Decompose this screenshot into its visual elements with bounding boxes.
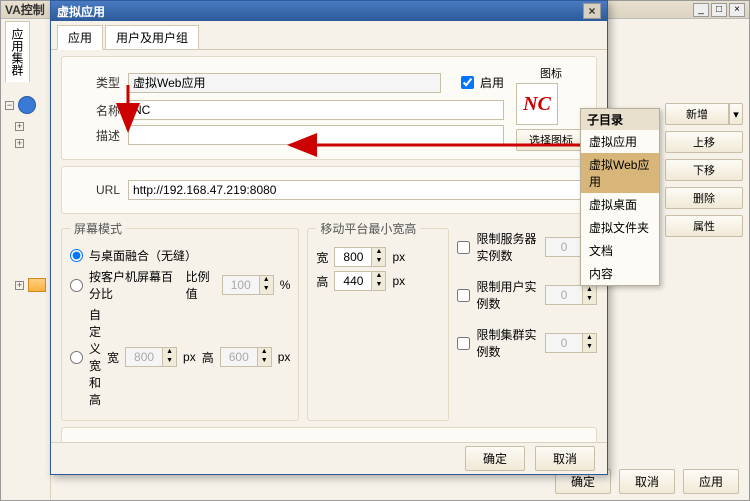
dialog-close-button[interactable]: × <box>583 3 601 19</box>
right-button-panel: 新增 ▾ 上移 下移 删除 属性 <box>659 19 749 500</box>
enable-checkbox[interactable] <box>461 76 474 89</box>
nc-logo-icon: NC <box>523 93 551 116</box>
seamless-radio[interactable] <box>70 249 83 262</box>
mobile-group: 移动平台最小宽高 宽 ▲▼ px 高 ▲▼ px <box>307 220 449 421</box>
tree-chart-icon <box>28 278 46 292</box>
icon-label: 图标 <box>516 65 586 81</box>
limit-cluster-input <box>546 334 582 352</box>
limit-cluster-label: 限制集群实例数 <box>476 326 539 360</box>
limit-server-input <box>546 238 582 256</box>
basic-panel: 类型 启用 名称 描述 图标 NC 选择图标 <box>61 56 597 160</box>
dialog-titlebar: 虚拟应用 × <box>51 1 607 21</box>
tab-users[interactable]: 用户及用户组 <box>105 25 199 49</box>
limit-user-input <box>546 286 582 304</box>
name-label: 名称 <box>72 102 120 119</box>
url-label: URL <box>72 183 120 197</box>
tree-expand-icon[interactable]: − <box>5 101 14 110</box>
limit-server-checkbox[interactable] <box>457 241 470 254</box>
dropdown-arrow-icon[interactable]: ▾ <box>729 103 743 125</box>
ch-label: 高 <box>202 349 214 366</box>
maximize-button[interactable]: □ <box>711 3 727 17</box>
desc-input[interactable] <box>128 125 504 145</box>
ratio-input <box>223 276 259 294</box>
close-button[interactable]: × <box>729 3 745 17</box>
dialog-cancel-button[interactable]: 取消 <box>535 446 595 471</box>
custom-width-input <box>126 348 162 366</box>
submenu-item[interactable]: 虚拟应用 <box>581 130 659 153</box>
desc-label: 描述 <box>72 127 120 144</box>
ratio-label: 比例值 <box>186 268 216 302</box>
add-button[interactable]: 新增 <box>665 103 729 125</box>
property-button[interactable]: 属性 <box>665 215 743 237</box>
icon-preview: NC <box>516 83 558 125</box>
percent-radio[interactable] <box>70 279 83 292</box>
mh-label: 高 <box>316 273 328 290</box>
custom-height-input <box>221 348 257 366</box>
url-input[interactable] <box>128 180 586 200</box>
submenu-item[interactable]: 内容 <box>581 262 659 285</box>
mw-label: 宽 <box>316 249 328 266</box>
tree-expand-icon[interactable]: + <box>15 122 24 131</box>
type-label: 类型 <box>72 74 120 91</box>
custom-label: 自定义宽和高 <box>89 306 101 408</box>
mobile-height-input[interactable] <box>335 272 371 290</box>
mobile-width-input[interactable] <box>335 248 371 266</box>
submenu-item-selected[interactable]: 虚拟Web应用 <box>581 153 659 193</box>
tree-expand-icon[interactable]: + <box>15 139 24 148</box>
outer-cancel-button[interactable]: 取消 <box>619 469 675 494</box>
move-up-button[interactable]: 上移 <box>665 131 743 153</box>
move-down-button[interactable]: 下移 <box>665 159 743 181</box>
sidebar-tab-cluster[interactable]: 应用集群 <box>5 21 30 82</box>
submenu-header: 子目录 <box>581 109 659 130</box>
add-dropdown[interactable]: 新增 ▾ <box>665 103 743 125</box>
submenu: 子目录 虚拟应用 虚拟Web应用 虚拟桌面 虚拟文件夹 文档 内容 <box>580 108 660 286</box>
minimize-button[interactable]: _ <box>693 3 709 17</box>
submenu-item[interactable]: 虚拟文件夹 <box>581 216 659 239</box>
dialog-title: 虚拟应用 <box>57 3 583 20</box>
url-panel: URL <box>61 166 597 214</box>
dialog-ok-button[interactable]: 确定 <box>465 446 525 471</box>
tab-app[interactable]: 应用 <box>57 25 103 50</box>
custom-radio[interactable] <box>70 351 83 364</box>
submenu-item[interactable]: 文档 <box>581 239 659 262</box>
cw-label: 宽 <box>107 349 119 366</box>
px-unit: px <box>183 350 196 364</box>
seamless-label: 与桌面融合（无缝） <box>89 247 197 264</box>
px-unit: px <box>392 250 405 264</box>
select-icon-button[interactable]: 选择图标 <box>516 129 586 151</box>
px-unit: px <box>392 274 405 288</box>
name-input[interactable] <box>128 100 504 120</box>
enable-label: 启用 <box>480 74 504 91</box>
tree-expand-icon[interactable]: + <box>15 281 24 290</box>
screen-mode-legend: 屏幕模式 <box>70 220 126 237</box>
tree-node-icon <box>18 96 36 114</box>
limit-cluster-checkbox[interactable] <box>457 337 470 350</box>
screen-mode-group: 屏幕模式 与桌面融合（无缝） 按客户机屏幕百分比 比例值 ▲▼ % 自定义宽和高… <box>61 220 299 421</box>
left-sidebar: 应用集群 − + + + <box>1 19 51 500</box>
type-field <box>128 73 441 93</box>
mobile-legend: 移动平台最小宽高 <box>316 220 420 237</box>
options-panel: 启动时最大化 禁止会话共享 加密方式 <box>61 427 597 442</box>
limit-user-label: 限制用户实例数 <box>476 278 539 312</box>
percent-unit: % <box>280 278 291 292</box>
outer-apply-button[interactable]: 应用 <box>683 469 739 494</box>
virtual-app-dialog: 虚拟应用 × 应用 用户及用户组 类型 启用 名称 描述 <box>50 0 608 475</box>
limit-user-checkbox[interactable] <box>457 289 470 302</box>
percent-label: 按客户机屏幕百分比 <box>89 268 180 302</box>
limit-server-label: 限制服务器实例数 <box>476 230 539 264</box>
submenu-item[interactable]: 虚拟桌面 <box>581 193 659 216</box>
px-unit: px <box>278 350 291 364</box>
delete-button[interactable]: 删除 <box>665 187 743 209</box>
